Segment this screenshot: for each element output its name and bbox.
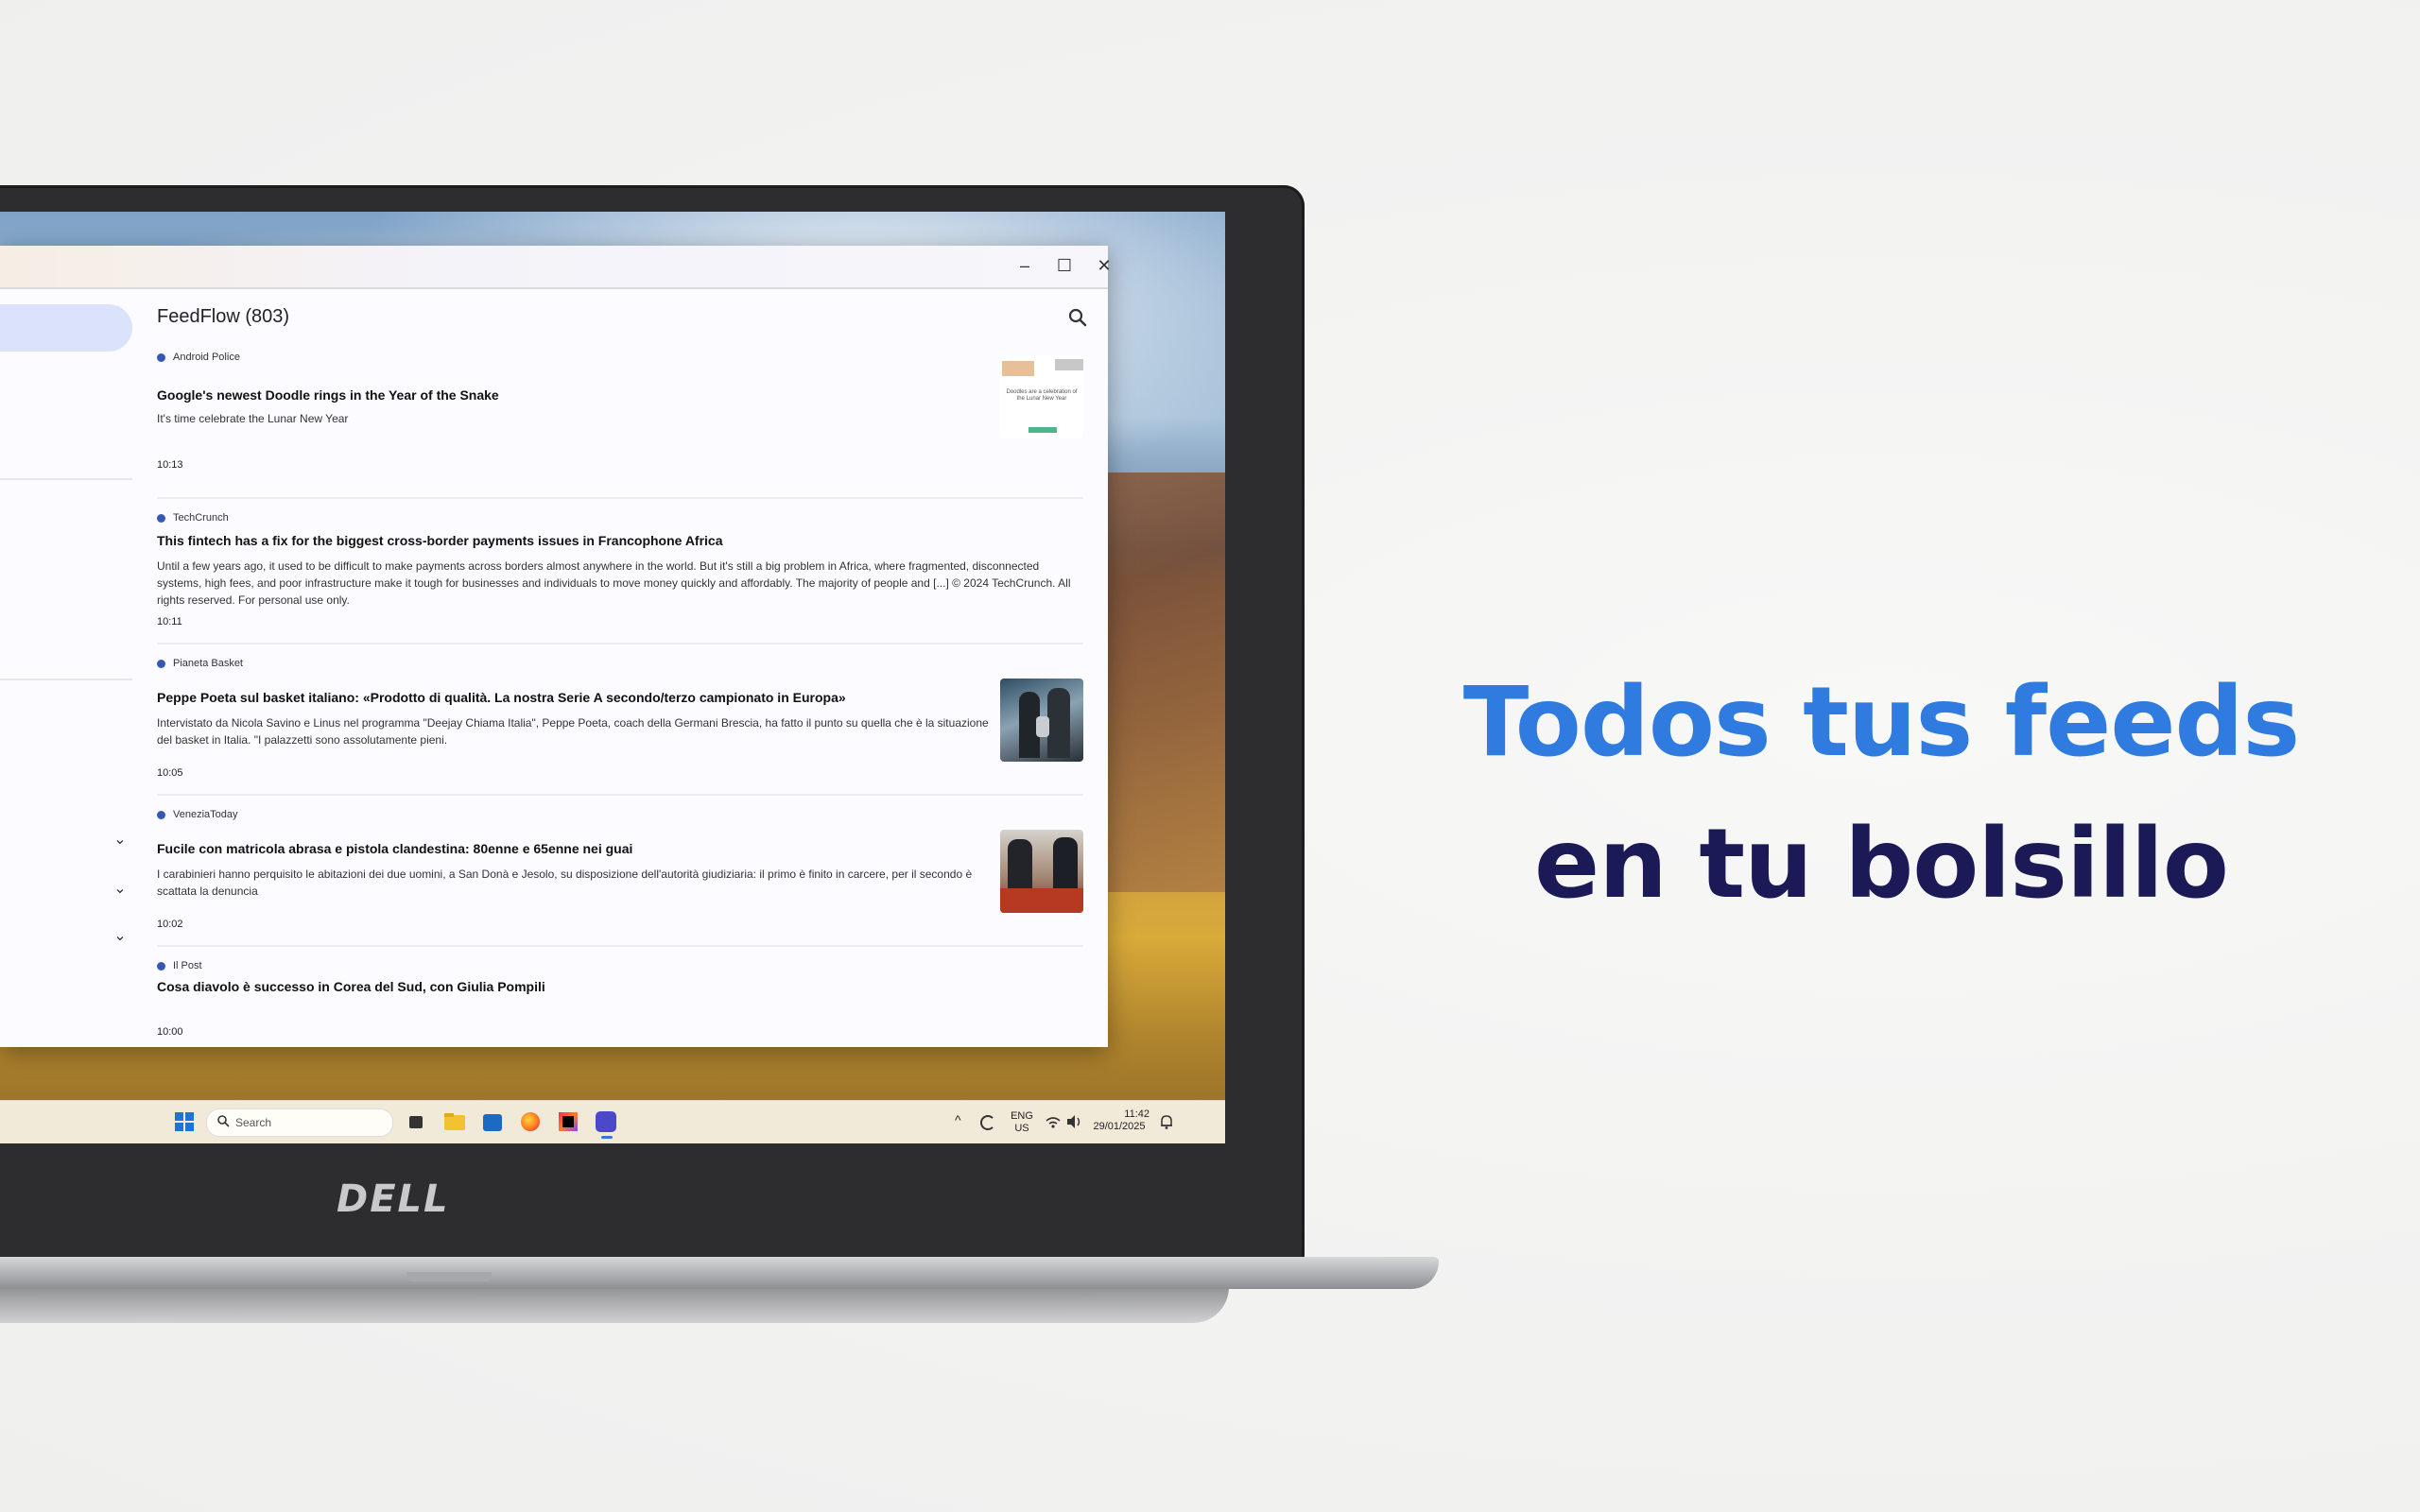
headline-line-2: en tu bolsillo (1534, 808, 2229, 920)
chevron-down-icon[interactable]: ⌄ (112, 881, 129, 898)
laptop-screen: – ☐ ✕ ⌄ ⌄ ⌄ FeedFlow (803) Android Polic… (0, 212, 1225, 1143)
search-icon[interactable] (1064, 304, 1091, 331)
feed-time: 10:05 (157, 767, 183, 779)
close-button[interactable]: ✕ (1087, 251, 1121, 280)
taskbar: Search ^ ENG US 11:42 29/01/2025 (0, 1100, 1225, 1143)
source-dot-icon (157, 659, 165, 668)
feedflow-window: – ☐ ✕ ⌄ ⌄ ⌄ FeedFlow (803) Android Polic… (0, 246, 1112, 1047)
feed-item[interactable]: Android Police Google's newest Doodle ri… (157, 348, 1083, 499)
sidebar-divider (0, 478, 132, 480)
marketing-headline: Todos tus feeds en tu bolsillo (1399, 652, 2363, 936)
feedflow-app-icon[interactable] (594, 1109, 618, 1139)
feed-source: Il Post (157, 960, 202, 971)
sidebar-item-selected[interactable] (0, 304, 132, 352)
dell-logo: DELL (337, 1177, 450, 1221)
page-title: FeedFlow (803) (157, 306, 290, 327)
feed-item[interactable]: Il Post Cosa diavolo è successo in Corea… (157, 947, 1083, 1047)
wifi-icon[interactable] (1044, 1109, 1063, 1134)
notification-bell-icon[interactable] (1157, 1109, 1176, 1134)
laptop-hinge-notch (406, 1272, 492, 1281)
tray-overflow-icon[interactable]: ^ (955, 1113, 961, 1126)
feed-description: Until a few years ago, it used to be dif… (157, 559, 1071, 607)
feed-time: 10:00 (157, 1026, 183, 1038)
feed-title: Peppe Poeta sul basket italiano: «Prodot… (157, 690, 846, 705)
windows-start-icon[interactable] (172, 1109, 197, 1134)
sync-icon[interactable] (977, 1109, 996, 1134)
feed-title: Fucile con matricola abrasa e pistola cl… (157, 841, 633, 856)
laptop-lid: – ☐ ✕ ⌄ ⌄ ⌄ FeedFlow (803) Android Polic… (0, 185, 1305, 1261)
feed-item[interactable]: TechCrunch This fintech has a fix for th… (157, 499, 1083, 644)
feed-item[interactable]: VeneziaToday Fucile con matricola abrasa… (157, 796, 1083, 947)
feed-title: Cosa diavolo è successo in Corea del Sud… (157, 979, 545, 994)
volume-icon[interactable] (1064, 1109, 1083, 1134)
file-explorer-icon[interactable] (442, 1109, 467, 1134)
feed-description: I carabinieri hanno perquisito le abitaz… (157, 868, 973, 898)
feed-description: Intervistato da Nicola Savino e Linus ne… (157, 716, 989, 747)
chevron-down-icon[interactable]: ⌄ (112, 832, 129, 849)
chevron-down-icon[interactable]: ⌄ (112, 928, 129, 945)
feed-source: VeneziaToday (157, 809, 238, 820)
jetbrains-icon[interactable] (556, 1109, 580, 1134)
feed-thumbnail (1000, 830, 1083, 913)
window-titlebar[interactable]: – ☐ ✕ (0, 246, 1112, 289)
sidebar-divider (0, 679, 132, 680)
feed-content: FeedFlow (803) Android Police Google's n… (157, 289, 1091, 1047)
laptop-base-shadow (0, 1287, 1229, 1323)
feed-item[interactable]: Pianeta Basket Peppe Poeta sul basket it… (157, 644, 1083, 796)
feed-time: 10:02 (157, 919, 183, 930)
feed-title: This fintech has a fix for the biggest c… (157, 533, 723, 548)
feed-time: 10:11 (157, 616, 182, 627)
source-dot-icon (157, 352, 165, 362)
feed-thumbnail: Doodles are a celebration of the Lunar N… (1000, 355, 1083, 438)
feed-source: Android Police (157, 352, 240, 363)
feed-thumbnail (1000, 679, 1083, 762)
source-dot-icon (157, 961, 165, 971)
headline-line-1: Todos tus feeds (1462, 666, 2300, 779)
feed-time: 10:13 (157, 459, 183, 471)
feed-source: TechCrunch (157, 512, 229, 524)
maximize-button[interactable]: ☐ (1047, 251, 1081, 280)
taskbar-clock[interactable]: 11:42 29/01/2025 (1089, 1108, 1150, 1133)
firefox-icon[interactable] (518, 1109, 543, 1134)
language-indicator[interactable]: ENG US (1008, 1110, 1036, 1135)
source-dot-icon (157, 810, 165, 819)
feed-source: Pianeta Basket (157, 658, 243, 669)
search-icon (216, 1110, 230, 1137)
feed-title: Google's newest Doodle rings in the Year… (157, 387, 499, 403)
laptop-base (0, 1257, 1439, 1289)
taskbar-search[interactable]: Search (206, 1108, 393, 1137)
task-view-icon[interactable] (405, 1109, 429, 1134)
feed-description: It's time celebrate the Lunar New Year (157, 412, 349, 425)
source-dot-icon (157, 513, 165, 523)
sidebar: ⌄ ⌄ ⌄ (0, 289, 132, 1047)
minimize-button[interactable]: – (1008, 251, 1042, 280)
store-icon[interactable] (480, 1109, 505, 1134)
